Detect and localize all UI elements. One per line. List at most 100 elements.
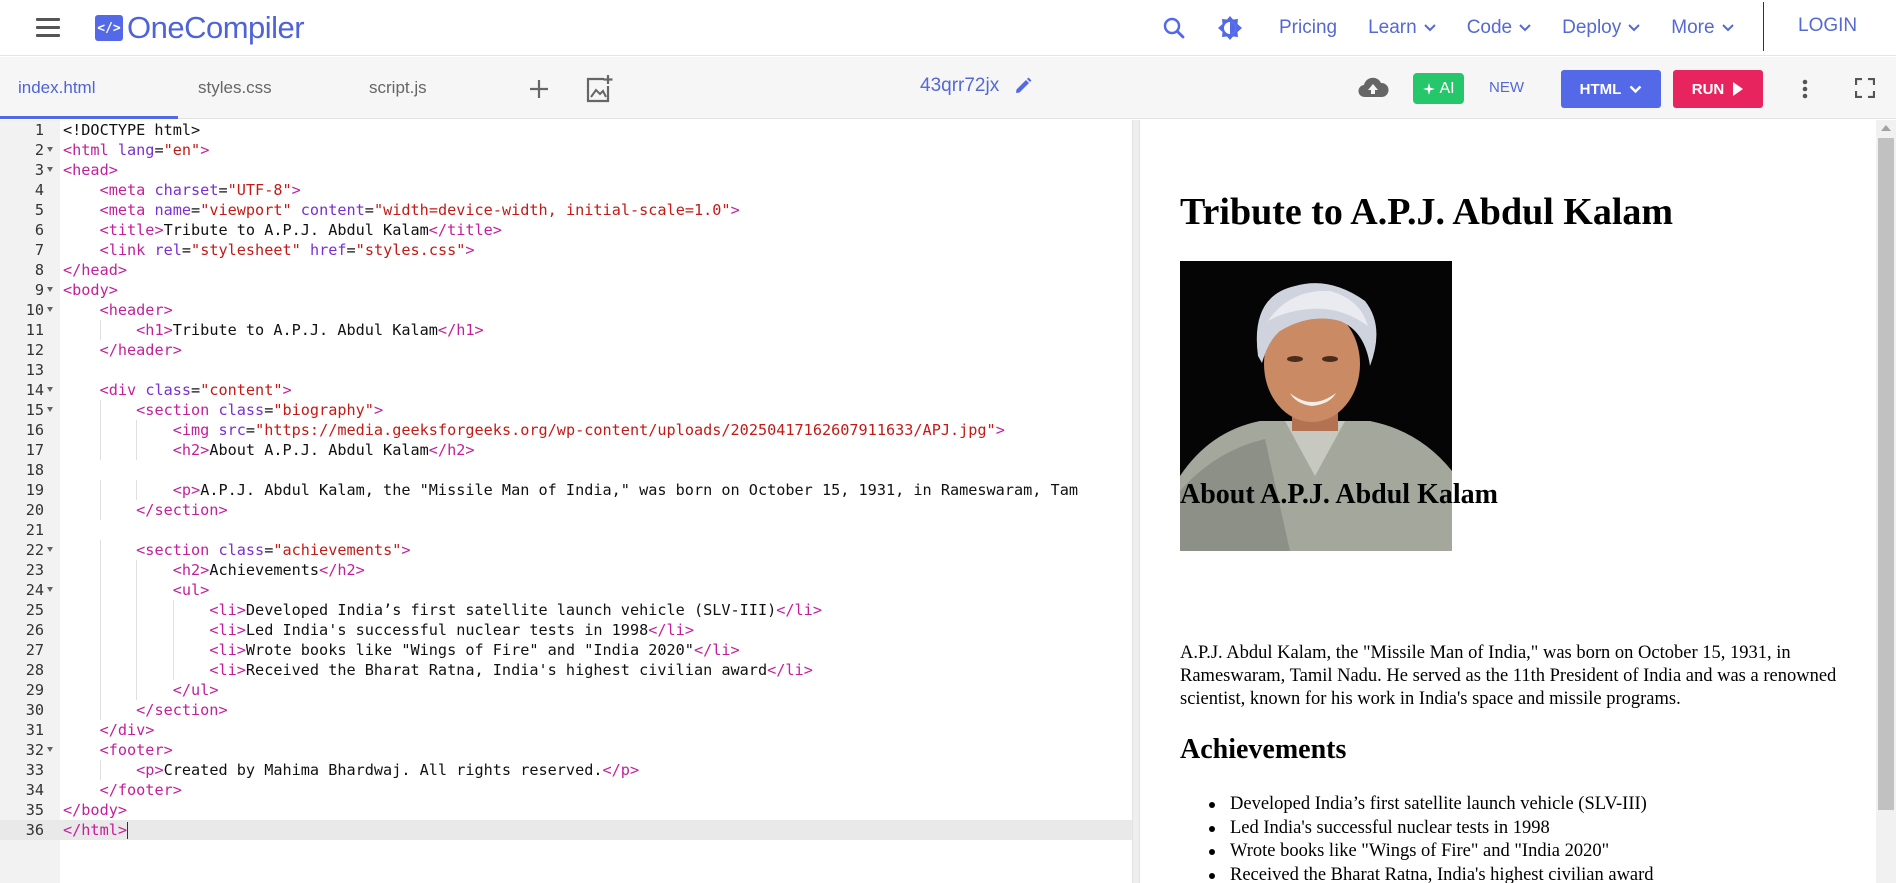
scroll-up-icon[interactable] [1881, 125, 1891, 131]
code-text: </html> [63, 821, 129, 839]
nav-learn[interactable]: Learn [1368, 17, 1436, 39]
code-line[interactable]: 33 <p>Created by Mahima Bhardwaj. All ri… [0, 760, 1132, 780]
code-line[interactable]: 25 <li>Developed India’s first satellite… [0, 600, 1132, 620]
preview-scrollbar-thumb[interactable] [1878, 138, 1894, 810]
code-line[interactable]: 11 <h1>Tribute to A.P.J. Abdul Kalam</h1… [0, 320, 1132, 340]
code-text: <ul> [172, 581, 210, 599]
new-button[interactable]: NEW [1489, 79, 1524, 96]
line-number: 6 [34, 221, 44, 239]
code-line[interactable]: 34 </footer> [0, 780, 1132, 800]
code-line[interactable]: 18 [0, 460, 1132, 480]
code-line[interactable]: 24 <ul> [0, 580, 1132, 600]
code-line[interactable]: 6 <title>Tribute to A.P.J. Abdul Kalam</… [0, 220, 1132, 240]
code-line[interactable]: 16 <img src="https://media.geeksforgeeks… [0, 420, 1132, 440]
run-button[interactable]: RUN [1673, 70, 1763, 108]
edit-icon[interactable] [1013, 76, 1033, 96]
code-line[interactable]: 3 <head> [0, 160, 1132, 180]
code-text: <!DOCTYPE html> [63, 121, 201, 139]
add-file-icon[interactable] [527, 77, 551, 106]
code-line[interactable]: 32 <footer> [0, 740, 1132, 760]
code-text: </div> [99, 721, 155, 739]
project-name[interactable]: 43qrr72jx [920, 75, 1033, 97]
search-icon[interactable] [1160, 14, 1188, 42]
code-editor[interactable]: 1 <!DOCTYPE html> 2 <html lang="en"> 3 <head>… [0, 120, 1132, 883]
code-line[interactable]: 31 </div> [0, 720, 1132, 740]
code-text: <li>Wrote books like "Wings of Fire" and… [209, 641, 740, 659]
nav-pricing[interactable]: Pricing [1279, 17, 1337, 39]
fold-arrow-icon[interactable] [47, 747, 53, 752]
theme-toggle-icon[interactable] [1216, 14, 1244, 42]
code-line[interactable]: 7 <link rel="stylesheet" href="styles.cs… [0, 240, 1132, 260]
code-line[interactable]: 5 <meta name="viewport" content="width=d… [0, 200, 1132, 220]
add-image-icon[interactable] [584, 74, 614, 109]
line-number: 21 [25, 521, 44, 539]
fullscreen-icon[interactable] [1854, 77, 1876, 103]
code-text: <div class="content"> [99, 381, 292, 399]
line-number: 32 [25, 741, 44, 759]
code-line[interactable]: 17 <h2>About A.P.J. Abdul Kalam</h2> [0, 440, 1132, 460]
language-select[interactable]: HTML [1561, 70, 1661, 108]
code-text: <footer> [99, 741, 173, 759]
nav-pricing-label: Pricing [1279, 17, 1338, 38]
nav-more[interactable]: More [1671, 17, 1734, 39]
code-line[interactable]: 1 <!DOCTYPE html> [0, 120, 1132, 140]
code-line[interactable]: 35 </body> [0, 800, 1132, 820]
code-line[interactable]: 15 <section class="biography"> [0, 400, 1132, 420]
logo[interactable]: </> OneCompiler [95, 10, 305, 46]
code-line[interactable]: 36 </html> [0, 820, 1132, 840]
code-line[interactable]: 4 <meta charset="UTF-8"> [0, 180, 1132, 200]
code-line[interactable]: 27 <li>Wrote books like "Wings of Fire" … [0, 640, 1132, 660]
code-line[interactable]: 26 <li>Led India's successful nuclear te… [0, 620, 1132, 640]
code-text: <p>Created by Mahima Bhardwaj. All right… [136, 761, 640, 779]
nav-code[interactable]: Code [1467, 17, 1531, 39]
code-text: </footer> [99, 781, 182, 799]
code-line[interactable]: 28 <li>Received the Bharat Ratna, India'… [0, 660, 1132, 680]
login-link[interactable]: LOGIN [1798, 15, 1857, 37]
fold-arrow-icon[interactable] [47, 147, 53, 152]
line-number: 3 [34, 161, 44, 179]
nav-deploy[interactable]: Deploy [1562, 17, 1640, 39]
code-line[interactable]: 21 [0, 520, 1132, 540]
code-line[interactable]: 22 <section class="achievements"> [0, 540, 1132, 560]
tab-index-html[interactable]: index.html [18, 57, 95, 119]
code-line[interactable]: 23 <h2>Achievements</h2> [0, 560, 1132, 580]
tab-script-js[interactable]: script.js [369, 57, 427, 119]
fold-arrow-icon[interactable] [47, 407, 53, 412]
line-number: 9 [34, 281, 44, 299]
code-text: <meta charset="UTF-8"> [99, 181, 301, 199]
tab-styles-css[interactable]: styles.css [198, 57, 272, 119]
fold-arrow-icon[interactable] [47, 167, 53, 172]
code-line[interactable]: 8 </head> [0, 260, 1132, 280]
code-line[interactable]: 20 </section> [0, 500, 1132, 520]
line-number: 17 [25, 441, 44, 459]
fold-arrow-icon[interactable] [47, 547, 53, 552]
more-vert-icon[interactable] [1797, 77, 1813, 106]
fold-arrow-icon[interactable] [47, 307, 53, 312]
code-line[interactable]: 30 </section> [0, 700, 1132, 720]
line-number: 24 [25, 581, 44, 599]
code-line[interactable]: 13 [0, 360, 1132, 380]
fold-arrow-icon[interactable] [47, 387, 53, 392]
sparkle-icon [1423, 82, 1436, 95]
code-line[interactable]: 10 <header> [0, 300, 1132, 320]
code-line[interactable]: 2 <html lang="en"> [0, 140, 1132, 160]
fold-arrow-icon[interactable] [47, 287, 53, 292]
nav-more-label: More [1671, 17, 1715, 38]
menu-icon[interactable] [36, 18, 60, 38]
code-text: <li>Developed India’s first satellite la… [209, 601, 822, 619]
cloud-upload-icon[interactable] [1357, 75, 1389, 106]
pane-splitter[interactable] [1132, 120, 1140, 883]
code-line[interactable]: 29 </ul> [0, 680, 1132, 700]
code-text: <body> [63, 281, 118, 299]
fold-arrow-icon[interactable] [47, 587, 53, 592]
ai-button[interactable]: AI [1413, 73, 1464, 104]
code-line[interactable]: 9 <body> [0, 280, 1132, 300]
line-number: 29 [25, 681, 44, 699]
code-text: </header> [99, 341, 182, 359]
chevron-down-icon [1629, 85, 1642, 93]
code-line[interactable]: 14 <div class="content"> [0, 380, 1132, 400]
code-line[interactable]: 19 <p>A.P.J. Abdul Kalam, the "Missile M… [0, 480, 1132, 500]
line-number: 19 [25, 481, 44, 499]
code-line[interactable]: 12 </header> [0, 340, 1132, 360]
line-number: 11 [25, 321, 44, 339]
